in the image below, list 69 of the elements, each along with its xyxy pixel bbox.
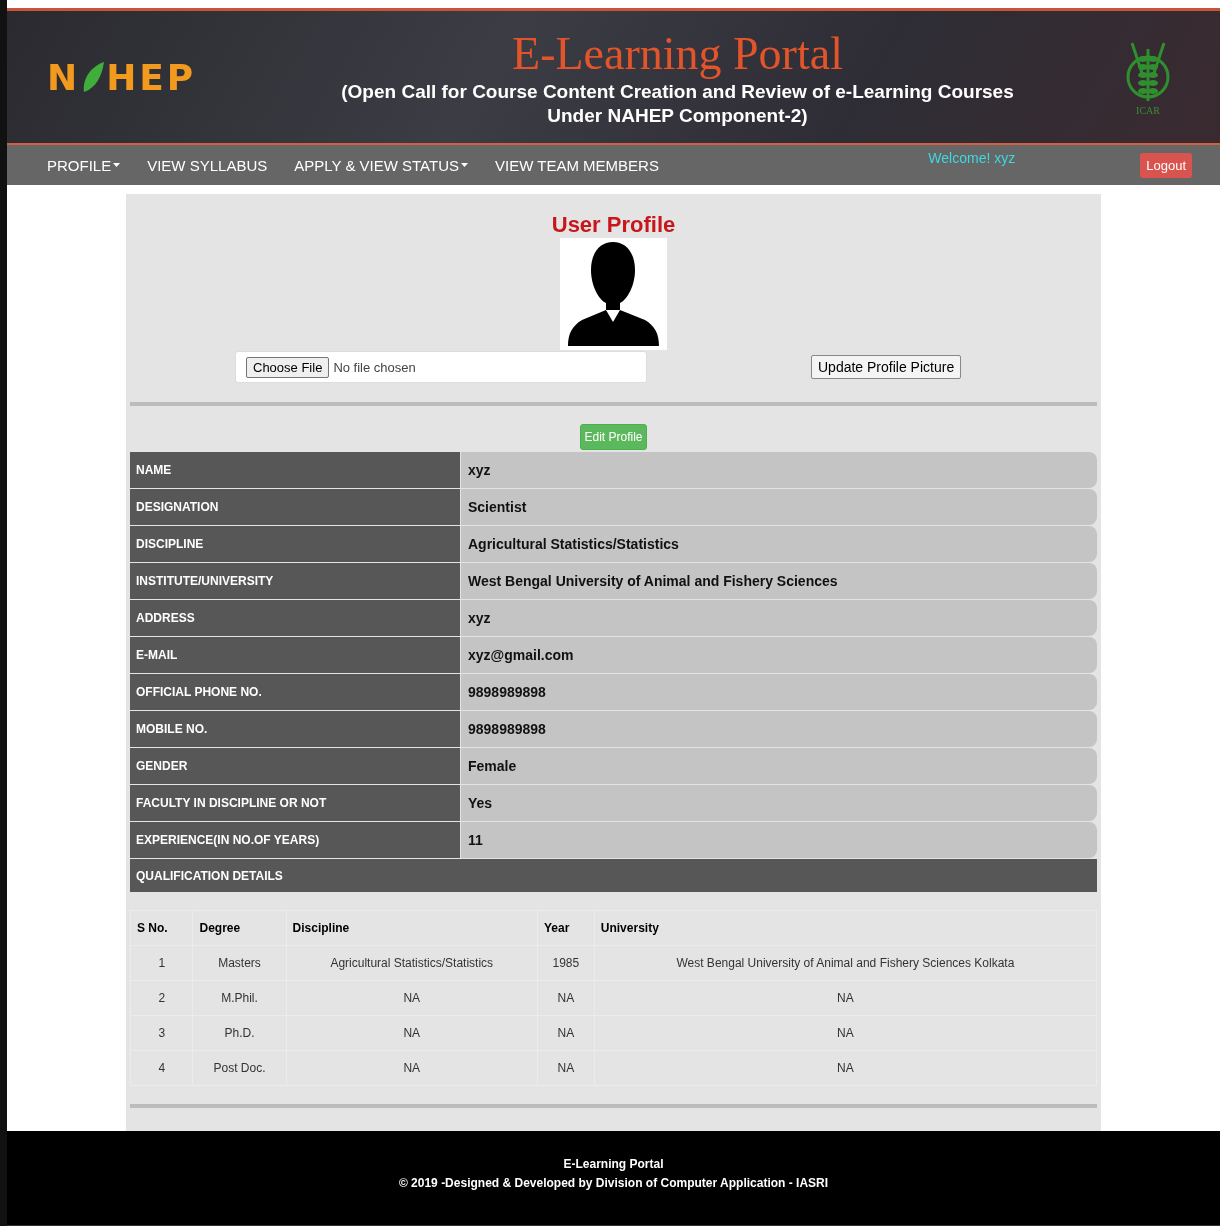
- logo-text: HEP: [106, 56, 197, 98]
- field-value: 9898989898: [461, 711, 1097, 747]
- caret-icon: [113, 163, 121, 167]
- logout-button[interactable]: Logout: [1140, 152, 1192, 178]
- section-heading: QUALIFICATION DETAILS: [130, 859, 1097, 892]
- field-value: xyz@gmail.com: [461, 637, 1097, 673]
- field-value: Yes: [461, 785, 1097, 821]
- page-title: User Profile: [550, 212, 677, 238]
- field-label: DESIGNATION: [130, 489, 460, 525]
- table-cell: West Bengal University of Animal and Fishery Sciences Kolkata: [594, 945, 1097, 981]
- field-value: xyz: [461, 452, 1097, 488]
- table-cell: NA: [537, 1015, 595, 1051]
- nav-link[interactable]: VIEW SYLLABUS: [147, 156, 268, 174]
- table-cell: 2: [130, 980, 193, 1016]
- footer-credit: © 2019 -Designed & Developed by Division of Computer Application - IASRI: [398, 1176, 829, 1190]
- table-cell: Masters: [193, 945, 287, 981]
- column-header: University: [594, 910, 1097, 946]
- table-cell: Post Doc.: [193, 1050, 287, 1086]
- field-value: Female: [461, 748, 1097, 784]
- logo-text: N: [47, 56, 81, 98]
- table-cell: 4: [130, 1050, 193, 1086]
- portal-title: E-Learning Portal: [512, 26, 843, 80]
- table-cell: NA: [594, 1015, 1097, 1051]
- table-cell: M.Phil.: [193, 980, 287, 1016]
- column-header: Degree: [193, 910, 287, 946]
- update-picture-button[interactable]: Update Profile Picture: [811, 355, 962, 379]
- caret-icon: [461, 163, 468, 167]
- column-header: S No.: [130, 910, 193, 946]
- field-value: 9898989898: [461, 674, 1097, 710]
- field-value: West Bengal University of Animal and Fishery Sciences: [461, 563, 1097, 599]
- field-label: INSTITUTE/UNIVERSITY: [130, 563, 460, 599]
- table-cell: NA: [286, 1015, 538, 1051]
- file-input-field[interactable]: Choose File No file chosen: [235, 351, 647, 383]
- table-cell: NA: [594, 1050, 1097, 1086]
- portal-subtitle: Under NAHEP Component-2): [547, 103, 808, 128]
- footer-title: E-Learning Portal: [563, 1157, 664, 1171]
- column-header: Year: [537, 910, 595, 946]
- table-cell: 3: [130, 1015, 193, 1051]
- field-label: OFFICIAL PHONE NO.: [130, 674, 460, 710]
- field-label: E-MAIL: [130, 637, 460, 673]
- column-header: Discipline: [286, 910, 538, 946]
- table-cell: NA: [537, 980, 595, 1016]
- portal-subtitle: (Open Call for Course Content Creation and Review of e-Learning Courses: [341, 79, 1014, 104]
- nav-link[interactable]: VIEW TEAM MEMBERS: [495, 156, 659, 174]
- field-label: ADDRESS: [130, 600, 460, 636]
- table-cell: NA: [286, 980, 538, 1016]
- field-value: Scientist: [461, 489, 1097, 525]
- table-cell: 1: [130, 945, 193, 981]
- table-cell: Agricultural Statistics/Statistics: [286, 945, 538, 981]
- table-cell: Ph.D.: [193, 1015, 287, 1051]
- field-value: xyz: [461, 600, 1097, 636]
- table-cell: 1985: [537, 945, 595, 981]
- table-cell: NA: [286, 1050, 538, 1086]
- field-label: GENDER: [130, 748, 460, 784]
- field-label: EXPERIENCE(IN NO.OF YEARS): [130, 822, 460, 858]
- welcome-text: Welcome! xyz: [928, 150, 1016, 166]
- field-label: NAME: [130, 452, 460, 488]
- nav-link[interactable]: PROFILE: [47, 156, 121, 174]
- field-value: 11: [461, 822, 1097, 858]
- choose-file-button[interactable]: Choose File: [246, 356, 330, 378]
- table-cell: NA: [537, 1050, 595, 1086]
- nav-link[interactable]: APPLY & VIEW STATUS: [294, 156, 468, 174]
- emblem-text: ICAR: [1136, 104, 1160, 116]
- field-label: FACULTY IN DISCIPLINE OR NOT: [130, 785, 460, 821]
- field-label: MOBILE NO.: [130, 711, 460, 747]
- file-status-text: No file chosen: [333, 359, 416, 375]
- field-label: DISCIPLINE: [130, 526, 460, 562]
- table-cell: NA: [594, 980, 1097, 1016]
- field-value: Agricultural Statistics/Statistics: [461, 526, 1097, 562]
